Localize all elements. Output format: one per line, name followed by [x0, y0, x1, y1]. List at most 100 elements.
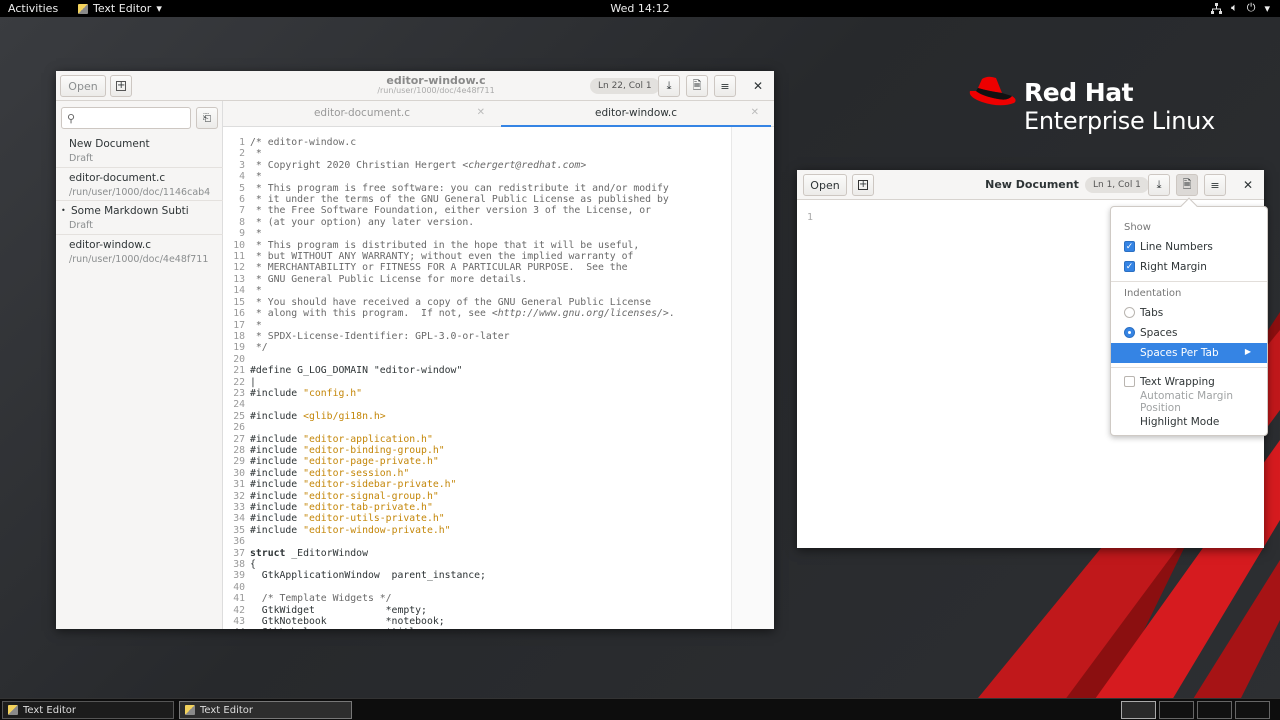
- cursor-position[interactable]: Ln 22, Col 1: [590, 78, 660, 94]
- doc-path: Draft: [69, 153, 93, 164]
- spaces-radio[interactable]: Spaces: [1111, 323, 1267, 343]
- text-wrapping-checkbox[interactable]: Text Wrapping: [1111, 372, 1267, 392]
- new-tab-button[interactable]: +: [852, 174, 874, 196]
- document-list: New Document Draft editor-document.c /ru…: [56, 134, 223, 268]
- modified-dot-icon: •: [61, 206, 66, 215]
- save-button[interactable]: ⤓: [658, 75, 680, 97]
- view-options-popover: Show ✓ Line Numbers ✓ Right Margin Inden…: [1110, 197, 1268, 436]
- hamburger-icon: ≡: [720, 79, 730, 93]
- option-label: Tabs: [1140, 307, 1164, 319]
- doc-path: /run/user/1000/doc/1146cab4: [69, 186, 211, 198]
- redhat-hat-icon: [969, 76, 1016, 106]
- window-subtitle: /run/user/1000/doc/4e48f711: [377, 86, 495, 95]
- option-label: Right Margin: [1140, 261, 1207, 273]
- taskbar: Text Editor Text Editor: [0, 698, 1280, 720]
- save-button[interactable]: ⤓: [1148, 174, 1170, 196]
- open-button[interactable]: Open: [803, 174, 847, 196]
- clock[interactable]: Wed 14:12: [610, 2, 669, 15]
- tab-label: editor-document.c: [313, 107, 411, 119]
- radio-selected-icon: [1124, 327, 1135, 338]
- folder-icon: ⎗: [203, 112, 211, 124]
- close-button[interactable]: ✕: [1241, 178, 1255, 192]
- tab-editor-document[interactable]: editor-document.c ✕: [227, 101, 497, 127]
- workspace-3[interactable]: [1197, 701, 1232, 719]
- show-header: Show: [1124, 222, 1151, 233]
- text-editor-icon: [8, 705, 18, 715]
- logo-line2: Enterprise Linux: [1024, 107, 1215, 135]
- doc-name: Some Markdown Subti: [71, 205, 189, 217]
- option-label: Line Numbers: [1140, 241, 1213, 253]
- document-icon: 🗎︎: [692, 78, 702, 92]
- checkbox-checked-icon: ✓: [1124, 261, 1135, 272]
- window-title: New Document: [985, 178, 1079, 191]
- divider: [1111, 281, 1267, 282]
- view-menu-button[interactable]: 🗎︎: [686, 75, 708, 97]
- checkbox-icon: [1124, 376, 1135, 387]
- list-item[interactable]: New Document Draft: [56, 134, 223, 168]
- tab-editor-window[interactable]: editor-window.c ✕: [501, 101, 771, 127]
- highlight-mode-item[interactable]: Highlight Mode: [1111, 412, 1267, 432]
- main-menu-button[interactable]: ≡: [714, 75, 736, 97]
- line-number: 1: [807, 212, 814, 223]
- option-label: Spaces: [1140, 327, 1178, 339]
- tabs-radio[interactable]: Tabs: [1111, 303, 1267, 323]
- redhat-logo: Red Hat Enterprise Linux: [968, 75, 1238, 135]
- volume-icon: 🔈︎: [1231, 1, 1238, 14]
- cursor-position[interactable]: Ln 1, Col 1: [1085, 177, 1149, 193]
- download-icon: ⤓: [1156, 178, 1162, 191]
- right-margin-area: [732, 127, 774, 629]
- open-button[interactable]: Open: [60, 75, 106, 97]
- option-label: Automatic Margin Position: [1140, 390, 1234, 414]
- workspace-1[interactable]: [1121, 701, 1156, 719]
- header-bar: Open + editor-window.c /run/user/1000/do…: [56, 71, 774, 101]
- radio-icon: [1124, 307, 1135, 318]
- logo-line1: Red Hat: [1024, 78, 1134, 107]
- app-menu-label: Text Editor: [93, 2, 152, 15]
- doc-name: New Document: [69, 138, 150, 150]
- close-icon: ✕: [1242, 178, 1254, 192]
- option-label: Spaces Per Tab: [1140, 347, 1219, 359]
- task-label: Text Editor: [200, 704, 253, 716]
- close-icon: ✕: [752, 79, 764, 93]
- document-icon: 🗎︎: [1182, 177, 1192, 191]
- new-tab-button[interactable]: +: [110, 75, 132, 97]
- doc-path: /run/user/1000/doc/4e48f711: [69, 253, 209, 265]
- workspace-2[interactable]: [1159, 701, 1194, 719]
- close-button[interactable]: ✕: [751, 79, 765, 93]
- sidebar-action-button[interactable]: ⎗: [196, 107, 218, 129]
- list-item[interactable]: • Some Markdown Subti Draft: [56, 201, 223, 235]
- right-margin-line: [731, 127, 732, 629]
- line-numbers-checkbox[interactable]: ✓ Line Numbers: [1111, 237, 1267, 257]
- system-tray[interactable]: 🔈︎ ⏻ ▾: [1211, 1, 1270, 15]
- view-menu-button[interactable]: 🗎︎: [1176, 174, 1198, 196]
- right-margin-checkbox[interactable]: ✓ Right Margin: [1111, 257, 1267, 277]
- editor-window-main: Open + editor-window.c /run/user/1000/do…: [56, 71, 774, 629]
- task-text-editor-2[interactable]: Text Editor: [179, 701, 352, 719]
- text-editor-icon: [185, 705, 195, 715]
- list-item[interactable]: editor-document.c /run/user/1000/doc/114…: [56, 168, 223, 201]
- checkbox-checked-icon: ✓: [1124, 241, 1135, 252]
- chevron-right-icon: ▶: [1244, 347, 1251, 356]
- app-menu[interactable]: Text Editor ▾: [78, 2, 162, 15]
- search-icon: ⚲: [67, 112, 76, 125]
- spaces-per-tab-submenu[interactable]: Spaces Per Tab ▶: [1111, 343, 1267, 363]
- activities-button[interactable]: Activities: [8, 2, 58, 15]
- workspace-4[interactable]: [1235, 701, 1270, 719]
- task-text-editor-1[interactable]: Text Editor: [2, 701, 174, 719]
- hamburger-icon: ≡: [1210, 178, 1220, 192]
- code-view[interactable]: 1/* editor-window.c 2 * 3 * Copyright 20…: [223, 127, 774, 629]
- main-menu-button[interactable]: ≡: [1204, 174, 1226, 196]
- network-icon: [1211, 2, 1223, 14]
- list-item[interactable]: editor-window.c /run/user/1000/doc/4e48f…: [56, 235, 223, 269]
- close-icon[interactable]: ✕: [751, 101, 759, 125]
- auto-margin-position-item: Automatic Margin Position: [1111, 390, 1267, 414]
- top-bar: Activities Text Editor ▾ Wed 14:12 🔈︎ ⏻ …: [0, 0, 1280, 17]
- divider: [1111, 367, 1267, 368]
- tab-label: editor-window.c: [594, 107, 677, 119]
- new-tab-icon: +: [858, 179, 868, 190]
- source-code: 1/* editor-window.c 2 * 3 * Copyright 20…: [233, 137, 675, 629]
- option-label: Highlight Mode: [1140, 416, 1220, 428]
- chevron-down-icon: ▾: [156, 2, 162, 15]
- close-icon[interactable]: ✕: [477, 101, 485, 125]
- search-input[interactable]: ⚲: [61, 107, 191, 129]
